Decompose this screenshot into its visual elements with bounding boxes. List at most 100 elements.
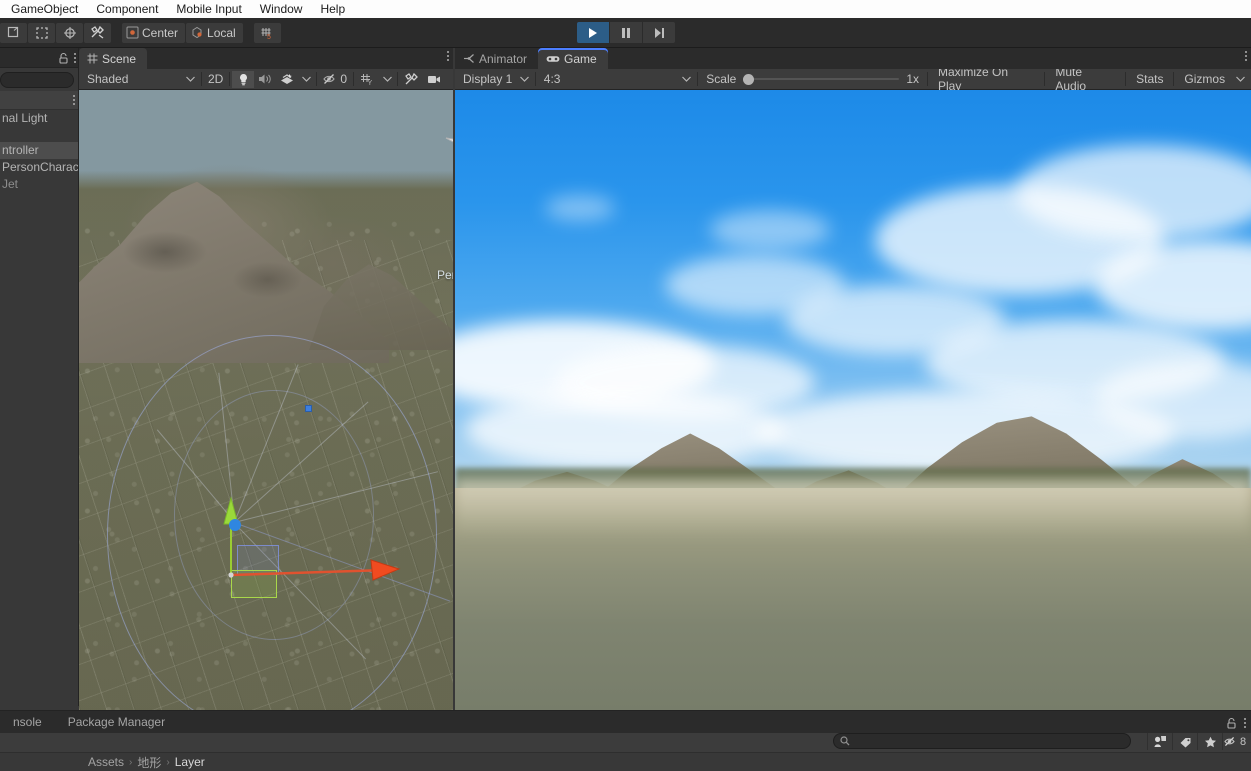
step-icon: [653, 27, 665, 39]
menu-window[interactable]: Window: [251, 0, 312, 18]
scene-camera-button[interactable]: [423, 71, 445, 88]
gizmo-center-handle: [228, 572, 233, 577]
scene-audio-button[interactable]: [254, 71, 276, 88]
game-viewport[interactable]: [455, 90, 1251, 710]
gizmo-x-axis: [231, 570, 384, 575]
search-icon: [840, 736, 850, 746]
menu-gameobject[interactable]: GameObject: [2, 0, 87, 18]
menu-component[interactable]: Component: [87, 0, 167, 18]
breadcrumb-layer[interactable]: Layer: [175, 755, 205, 769]
hierarchy-item-controller[interactable]: ntroller: [0, 142, 78, 159]
bottom-panel-menu-icon[interactable]: [1244, 718, 1246, 728]
aspect-ratio-label: 4:3: [544, 72, 561, 86]
scale-tool-button[interactable]: [28, 23, 55, 43]
hierarchy-menu-icon[interactable]: [74, 53, 76, 63]
scene-tools-button[interactable]: [400, 71, 423, 88]
scale-slider-thumb[interactable]: [743, 74, 754, 85]
stats-button[interactable]: Stats: [1128, 71, 1171, 88]
grid-snap-button[interactable]: 5: [254, 23, 281, 43]
transform-tool-button[interactable]: [56, 23, 83, 43]
project-search-field[interactable]: [833, 733, 1131, 749]
eye-off-icon: [1224, 736, 1239, 747]
step-button[interactable]: [643, 22, 675, 43]
breadcrumb-assets[interactable]: Assets: [88, 755, 124, 769]
hierarchy-tab-row: [0, 48, 78, 68]
display-dropdown[interactable]: Display 1: [457, 71, 533, 88]
hierarchy-search-input[interactable]: [0, 72, 74, 88]
scene-orientation-gizmo[interactable]: y z x: [444, 92, 453, 192]
filter-by-type-button[interactable]: [1147, 733, 1172, 750]
speaker-icon: [258, 73, 272, 85]
tab-scene-label: Scene: [102, 52, 136, 66]
menu-mobile-input[interactable]: Mobile Input: [167, 0, 250, 18]
game-tab-strip: Animator Game: [455, 48, 1251, 69]
mute-audio-label: Mute Audio: [1055, 65, 1115, 93]
wrench-tool-icon: [404, 72, 419, 86]
lock-icon[interactable]: [1226, 717, 1237, 729]
scene-grid-visibility-button[interactable]: Y: [356, 71, 379, 88]
scene-fx-dropdown[interactable]: [298, 71, 314, 88]
tag-icon: [1179, 736, 1192, 748]
scene-view-toolbar: Shaded 2D: [79, 69, 453, 90]
favorites-button[interactable]: [1197, 733, 1222, 750]
hierarchy-scene-menu-icon[interactable]: [73, 95, 75, 105]
hierarchy-spacer: [0, 127, 78, 142]
hidden-items-button[interactable]: 8: [1222, 733, 1247, 750]
menu-help[interactable]: Help: [311, 0, 354, 18]
game-panel-menu-icon[interactable]: [1245, 51, 1247, 61]
cloud-4: [710, 210, 830, 250]
rect-transform-tool-button[interactable]: [0, 23, 27, 43]
hierarchy-item-jet[interactable]: Jet: [0, 176, 78, 193]
scale-slider-group[interactable]: Scale 1x: [700, 72, 925, 86]
scene-grid-dropdown[interactable]: [379, 71, 395, 88]
scene-fx-button[interactable]: [276, 71, 298, 88]
project-search-input[interactable]: [854, 735, 1114, 747]
toggle-2d-button[interactable]: 2D: [204, 71, 227, 88]
scene-hidden-objects-button[interactable]: 0: [319, 71, 351, 88]
game-view-toolbar: Display 1 4:3 Scale 1x: [455, 69, 1251, 90]
scene-move-gizmo[interactable]: [199, 490, 429, 610]
filter-by-label-button[interactable]: [1172, 733, 1197, 750]
svg-text:Y: Y: [368, 80, 373, 86]
tab-package-manager[interactable]: Package Manager: [55, 711, 178, 734]
tab-scene[interactable]: Scene: [79, 48, 147, 69]
scene-lighting-button[interactable]: [232, 71, 254, 88]
play-button[interactable]: [577, 22, 609, 43]
scene-projection-label[interactable]: Persp: [437, 268, 453, 282]
tab-console[interactable]: nsole: [0, 711, 55, 734]
scene-panel-menu-icon[interactable]: [447, 51, 449, 61]
mute-audio-button[interactable]: Mute Audio: [1047, 71, 1123, 88]
custom-tool-button[interactable]: [84, 23, 111, 43]
scene-handle-top[interactable]: [305, 405, 312, 412]
tab-game[interactable]: Game: [538, 48, 608, 69]
lock-icon[interactable]: [58, 52, 69, 64]
effects-icon: [280, 73, 294, 85]
gizmo-x-arrow: [371, 560, 399, 580]
hierarchy-item-directional-light[interactable]: nal Light: [0, 110, 78, 127]
game-panel: Animator Game Display 1 4:3: [455, 48, 1251, 710]
scale-slider[interactable]: [743, 73, 899, 85]
tab-game-label: Game: [564, 52, 597, 66]
shading-mode-dropdown[interactable]: Shaded: [81, 71, 199, 88]
menu-bar: GameObject Component Mobile Input Window…: [0, 0, 1251, 18]
breadcrumb-terrain[interactable]: 地形: [137, 754, 161, 771]
scale-slider-track: [743, 78, 899, 80]
tab-animator[interactable]: Animator: [455, 48, 538, 69]
pause-button[interactable]: [610, 22, 642, 43]
pivot-rotation-button[interactable]: Local: [186, 23, 243, 43]
gizmos-button[interactable]: Gizmos: [1176, 71, 1231, 88]
scene-camera-icon: [427, 74, 441, 85]
aspect-ratio-dropdown[interactable]: 4:3: [538, 71, 696, 88]
asset-type-icon: [1153, 735, 1167, 748]
pivot-rotation-label: Local: [207, 26, 236, 40]
scene-viewport[interactable]: y z x Persp: [79, 90, 453, 710]
pivot-mode-button[interactable]: Center: [122, 23, 185, 43]
gizmos-dropdown[interactable]: [1231, 71, 1249, 88]
pivot-mode-label: Center: [142, 26, 178, 40]
hierarchy-item-person-character[interactable]: PersonCharact: [0, 159, 78, 176]
gizmo-axis-neg-z-cone: [446, 138, 453, 150]
maximize-on-play-label: Maximize On Play: [938, 65, 1034, 93]
unity-editor-window: GameObject Component Mobile Input Window…: [0, 0, 1251, 771]
breadcrumb: Assets › 地形 › Layer: [0, 752, 1251, 771]
maximize-on-play-button[interactable]: Maximize On Play: [930, 71, 1042, 88]
